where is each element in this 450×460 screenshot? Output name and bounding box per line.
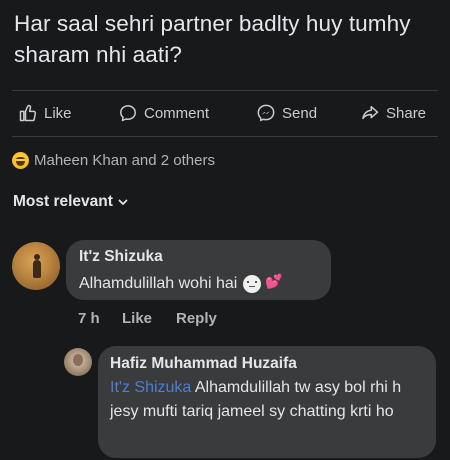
messenger-icon [257, 104, 275, 122]
avatar-silhouette [33, 254, 41, 278]
hearts-emoji-icon: 💕 [265, 273, 283, 289]
comment-button-label: Comment [144, 104, 210, 122]
share-arrow-icon [362, 106, 379, 120]
comment-time: 7 h [78, 310, 100, 327]
comment-meta: 7 h Like Reply [78, 310, 217, 327]
reaction-summary[interactable]: Maheen Khan and 2 others [12, 150, 215, 170]
like-button-label: Like [44, 104, 72, 122]
share-button-label: Share [386, 104, 427, 122]
comment-sort-dropdown[interactable]: Most relevant [13, 193, 129, 211]
commenter-avatar[interactable] [12, 242, 60, 290]
comment-button[interactable]: Comment [118, 98, 209, 128]
comment-bubble-icon [120, 105, 136, 122]
send-button-label: Send [282, 104, 318, 122]
post-screen: Har saal sehri partner badlty huy tumhy … [0, 0, 450, 460]
comment-body: Alhamdulillah wohi hai [79, 275, 238, 292]
divider [12, 90, 438, 91]
comment-sort-label: Most relevant [13, 193, 113, 210]
comment-bubble: It'z Shizuka Alhamdulillah wohi hai 💕 [66, 240, 331, 300]
divider [12, 136, 438, 137]
like-button[interactable]: Like [18, 98, 72, 128]
reaction-summary-text: Maheen Khan and 2 others [34, 151, 215, 169]
send-button[interactable]: Send [256, 98, 317, 128]
comment-text: Alhamdulillah wohi hai 💕 [79, 273, 283, 295]
avatar-face [73, 354, 83, 366]
haha-reaction-icon [12, 151, 29, 169]
comment-author[interactable]: It'z Shizuka [79, 248, 163, 266]
reply-author[interactable]: Hafiz Muhammad Huzaifa [110, 355, 297, 373]
reply-text: It'z Shizuka Alhamdulillah tw asy bol rh… [110, 376, 428, 423]
chevron-down-icon [118, 199, 128, 205]
reply-bubble: Hafiz Muhammad Huzaifa It'z Shizuka Alha… [98, 346, 436, 458]
post-action-bar: Like Comment Send Share [0, 98, 450, 128]
post-text: Har saal sehri partner badlty huy tumhy … [14, 11, 411, 67]
thumbs-up-icon [19, 104, 37, 122]
comment-reply-button[interactable]: Reply [176, 310, 217, 327]
mention-link[interactable]: It'z Shizuka [110, 379, 191, 396]
comment-like-button[interactable]: Like [122, 310, 176, 327]
share-button[interactable]: Share [360, 98, 426, 128]
smiley-emoji-icon [243, 275, 262, 293]
reply-avatar[interactable] [64, 348, 92, 376]
